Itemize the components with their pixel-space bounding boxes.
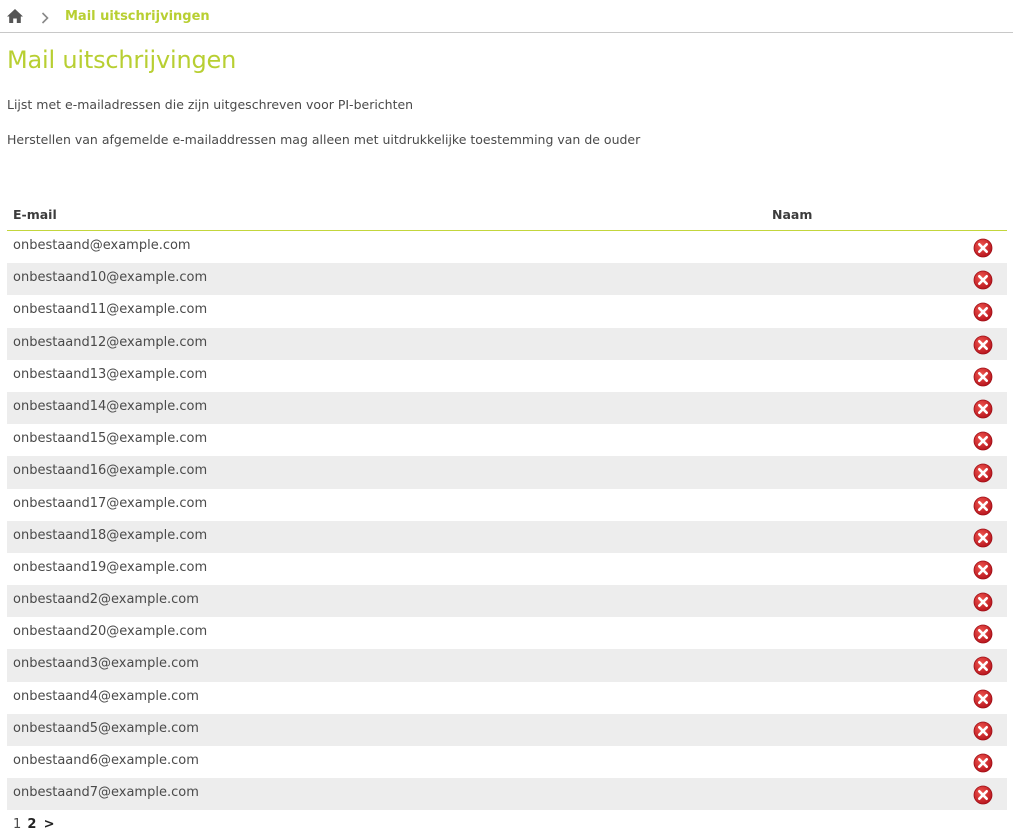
remove-button[interactable]	[973, 399, 993, 419]
remove-button[interactable]	[973, 656, 993, 676]
remove-button[interactable]	[973, 335, 993, 355]
table-row: onbestaand13@example.com	[7, 360, 1007, 392]
remove-button[interactable]	[973, 528, 993, 548]
remove-icon	[973, 753, 993, 773]
table-row: onbestaand3@example.com	[7, 649, 1007, 682]
table-row: onbestaand2@example.com	[7, 585, 1007, 618]
remove-icon	[973, 785, 993, 805]
table-row: onbestaand20@example.com	[7, 617, 1007, 649]
table-row: onbestaand5@example.com	[7, 713, 1007, 746]
remove-button[interactable]	[973, 496, 993, 516]
remove-button[interactable]	[973, 785, 993, 805]
page-description: Lijst met e-mailadressen die zijn uitges…	[7, 97, 414, 112]
row-email: onbestaand13@example.com	[13, 366, 208, 382]
remove-icon	[973, 657, 993, 676]
row-email: onbestaand17@example.com	[13, 495, 208, 511]
table-row: onbestaand19@example.com	[7, 553, 1007, 585]
remove-icon	[973, 496, 993, 515]
page-link-1[interactable]: 1	[13, 817, 21, 832]
remove-icon	[973, 463, 993, 483]
row-email: onbestaand3@example.com	[13, 656, 199, 672]
remove-button[interactable]	[973, 689, 993, 709]
table-row: onbestaand10@example.com	[7, 263, 1007, 296]
remove-icon	[973, 367, 993, 387]
remove-button[interactable]	[973, 753, 993, 773]
table-row: onbestaand12@example.com	[7, 327, 1007, 360]
row-email: onbestaand11@example.com	[13, 302, 208, 318]
row-email: onbestaand16@example.com	[13, 463, 208, 479]
remove-icon	[973, 302, 993, 322]
table-row: onbestaand14@example.com	[7, 391, 1007, 425]
remove-icon	[973, 721, 993, 741]
page-current-2: 2	[27, 817, 37, 832]
table-row: onbestaand@example.com	[7, 231, 1007, 263]
remove-icon	[973, 335, 993, 354]
breadcrumb: Mail uitschrijvingen	[0, 0, 1013, 33]
remove-button[interactable]	[973, 431, 993, 451]
table-row: onbestaand17@example.com	[7, 489, 1007, 521]
row-email: onbestaand@example.com	[13, 238, 191, 253]
row-email: onbestaand5@example.com	[13, 720, 199, 736]
breadcrumb-current: Mail uitschrijvingen	[65, 9, 210, 24]
row-email: onbestaand6@example.com	[13, 753, 199, 768]
page-title: Mail uitschrijvingen	[7, 46, 237, 74]
remove-button[interactable]	[973, 624, 993, 644]
table-body: onbestaand@example.com onbestaand10@examp…	[7, 231, 1007, 811]
remove-button[interactable]	[973, 560, 993, 580]
remove-icon	[973, 528, 993, 548]
remove-icon	[973, 689, 993, 709]
remove-icon	[973, 431, 993, 451]
remove-button[interactable]	[973, 463, 993, 483]
row-email: onbestaand14@example.com	[13, 398, 208, 414]
remove-button[interactable]	[973, 367, 993, 387]
column-header-naam[interactable]: Naam	[772, 207, 812, 222]
row-email: onbestaand10@example.com	[13, 270, 208, 286]
remove-button[interactable]	[973, 238, 993, 258]
remove-icon	[973, 238, 993, 258]
remove-button[interactable]	[973, 721, 993, 741]
page-consent-note: Herstellen van afgemelde e-mailaddressen…	[7, 132, 641, 147]
table-row: onbestaand16@example.com	[7, 456, 1007, 489]
table-row: onbestaand11@example.com	[7, 295, 1007, 327]
table-row: onbestaand4@example.com	[7, 682, 1007, 714]
row-email: onbestaand15@example.com	[13, 431, 208, 447]
row-email: onbestaand19@example.com	[13, 559, 208, 575]
next-page-link[interactable]: >	[44, 817, 55, 832]
row-email: onbestaand7@example.com	[13, 785, 199, 801]
table-header: E-mail Naam	[7, 200, 1007, 231]
pagination: 1 2 >	[13, 817, 55, 832]
row-email: onbestaand2@example.com	[13, 592, 199, 608]
remove-icon	[973, 592, 993, 612]
remove-icon	[973, 560, 993, 580]
unsubscribe-table: E-mail Naam onbestaand@example.com onbest…	[7, 200, 1007, 811]
chevron-right-icon	[40, 10, 50, 24]
remove-icon	[973, 399, 993, 419]
column-header-email[interactable]: E-mail	[13, 207, 57, 222]
table-row: onbestaand18@example.com	[7, 520, 1007, 553]
remove-button[interactable]	[973, 302, 993, 322]
table-row: onbestaand6@example.com	[7, 746, 1007, 778]
row-email: onbestaand18@example.com	[13, 527, 208, 543]
remove-button[interactable]	[973, 592, 993, 612]
table-row: onbestaand15@example.com	[7, 424, 1007, 456]
remove-button[interactable]	[973, 270, 993, 290]
table-row: onbestaand7@example.com	[7, 778, 1007, 811]
row-email: onbestaand20@example.com	[13, 624, 208, 640]
row-email: onbestaand12@example.com	[13, 334, 208, 350]
remove-icon	[973, 270, 993, 290]
home-icon[interactable]	[6, 8, 24, 24]
remove-icon	[973, 624, 993, 644]
row-email: onbestaand4@example.com	[13, 688, 199, 704]
